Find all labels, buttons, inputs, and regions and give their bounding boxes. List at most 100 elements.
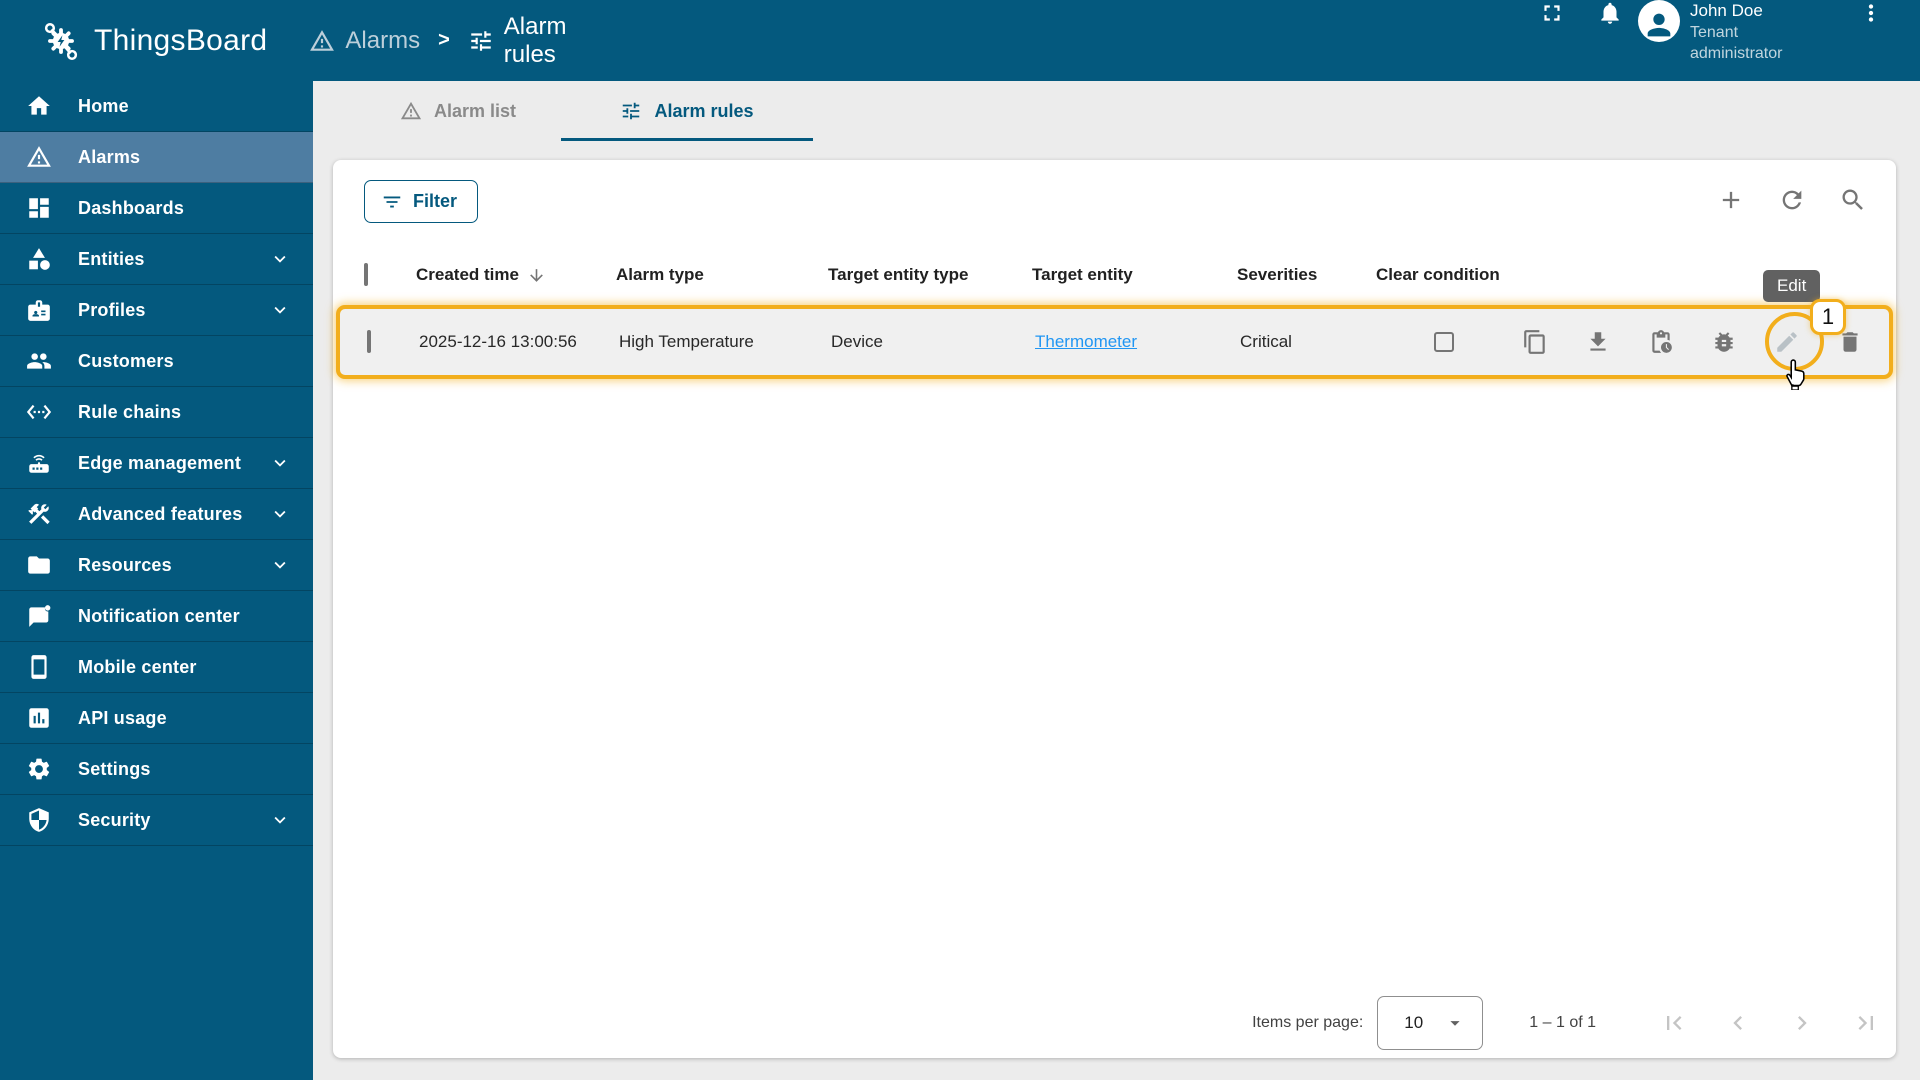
chevron-down-icon bbox=[269, 299, 291, 321]
page-range-label: 1 – 1 of 1 bbox=[1529, 1014, 1596, 1031]
sort-desc-icon[interactable] bbox=[527, 266, 546, 285]
more-vert-icon bbox=[1858, 0, 1884, 26]
chevron-right-icon bbox=[1788, 1009, 1816, 1037]
page-size-value: 10 bbox=[1404, 1013, 1424, 1032]
breadcrumb-section-label: Alarms bbox=[345, 26, 421, 54]
copy-button[interactable] bbox=[1522, 329, 1548, 355]
fullscreen-button[interactable] bbox=[1539, 0, 1565, 26]
category-icon bbox=[26, 246, 52, 272]
app-name: ThingsBoard bbox=[94, 23, 268, 57]
tab-alarm-list[interactable]: Alarm list bbox=[355, 81, 561, 141]
notifications-button[interactable] bbox=[1597, 0, 1623, 26]
col-clear-condition[interactable]: Clear condition bbox=[1376, 265, 1526, 285]
badge-icon bbox=[26, 297, 52, 323]
sidebar-item-entities[interactable]: Entities bbox=[0, 234, 313, 285]
more-menu-button[interactable] bbox=[1858, 0, 1884, 26]
fullscreen-icon bbox=[1539, 0, 1565, 26]
sidebar-item-profiles[interactable]: Profiles bbox=[0, 285, 313, 336]
user-info[interactable]: John Doe Tenant administrator bbox=[1690, 0, 1820, 64]
table-row[interactable]: 2025-12-16 13:00:56 High Temperature Dev… bbox=[336, 305, 1893, 379]
tab-alarm-rules[interactable]: Alarm rules bbox=[561, 81, 813, 141]
prev-page-button[interactable] bbox=[1724, 1009, 1752, 1037]
chevron-down-icon bbox=[269, 554, 291, 576]
filter-label: Filter bbox=[413, 191, 458, 211]
debug-button[interactable] bbox=[1711, 329, 1737, 355]
add-alarm-rule-button[interactable] bbox=[1717, 186, 1745, 214]
breadcrumb: Alarms > Alarm rules bbox=[309, 13, 566, 69]
folder-icon bbox=[26, 552, 52, 578]
warning-icon bbox=[26, 144, 52, 170]
download-button[interactable] bbox=[1585, 329, 1611, 355]
items-per-page-label: Items per page: bbox=[1252, 1014, 1364, 1031]
cell-created-time: 2025-12-16 13:00:56 bbox=[419, 332, 577, 351]
caret-down-icon bbox=[1444, 1012, 1466, 1034]
notification-center-icon bbox=[26, 603, 52, 629]
filter-button[interactable]: Filter bbox=[364, 180, 479, 223]
avatar[interactable] bbox=[1638, 0, 1680, 42]
sidebar: Home Alarms Dashboards Entities Profiles… bbox=[0, 81, 313, 1080]
col-created-time[interactable]: Created time bbox=[416, 265, 519, 285]
sidebar-item-customers[interactable]: Customers bbox=[0, 336, 313, 387]
home-icon bbox=[26, 93, 52, 119]
chevron-down-icon bbox=[269, 452, 291, 474]
sidebar-item-notification-center[interactable]: Notification center bbox=[0, 591, 313, 642]
last-page-button[interactable] bbox=[1852, 1009, 1880, 1037]
select-all-checkbox[interactable] bbox=[364, 263, 368, 286]
plus-icon bbox=[1717, 186, 1745, 214]
next-page-button[interactable] bbox=[1788, 1009, 1816, 1037]
refresh-button[interactable] bbox=[1778, 186, 1806, 214]
cell-target-entity-type: Device bbox=[831, 332, 883, 351]
bell-icon bbox=[1597, 0, 1623, 26]
breadcrumb-alarms[interactable]: Alarms bbox=[309, 27, 420, 55]
edit-button[interactable] bbox=[1774, 329, 1800, 355]
sidebar-item-settings[interactable]: Settings bbox=[0, 744, 313, 795]
sidebar-item-advanced-features[interactable]: Advanced features bbox=[0, 489, 313, 540]
table-header-row: Created time Alarm type Target entity ty… bbox=[333, 245, 1896, 305]
breadcrumb-separator: > bbox=[438, 29, 450, 51]
chevron-down-icon bbox=[269, 809, 291, 831]
gear-icon bbox=[26, 756, 52, 782]
thingsboard-logo-icon bbox=[38, 18, 84, 64]
col-target-entity-type[interactable]: Target entity type bbox=[828, 265, 1032, 285]
sidebar-item-security[interactable]: Security bbox=[0, 795, 313, 846]
sidebar-item-dashboards[interactable]: Dashboards bbox=[0, 183, 313, 234]
breadcrumb-alarm-rules[interactable]: Alarm rules bbox=[468, 13, 566, 69]
clear-condition-checkbox[interactable] bbox=[1434, 332, 1454, 352]
chevron-down-icon bbox=[269, 248, 291, 270]
first-page-icon bbox=[1660, 1009, 1688, 1037]
tune-icon bbox=[468, 28, 494, 54]
sidebar-item-resources[interactable]: Resources bbox=[0, 540, 313, 591]
first-page-button[interactable] bbox=[1660, 1009, 1688, 1037]
people-icon bbox=[26, 348, 52, 374]
construction-icon bbox=[26, 501, 52, 527]
copy-icon bbox=[1522, 329, 1548, 355]
filter-icon bbox=[381, 191, 403, 213]
search-button[interactable] bbox=[1839, 186, 1867, 214]
rule-chain-icon bbox=[26, 399, 52, 425]
col-target-entity[interactable]: Target entity bbox=[1032, 265, 1237, 285]
warning-icon bbox=[400, 100, 422, 122]
sidebar-item-home[interactable]: Home bbox=[0, 81, 313, 132]
app-logo[interactable]: ThingsBoard bbox=[0, 18, 267, 64]
sidebar-item-edge-management[interactable]: Edge management bbox=[0, 438, 313, 489]
sidebar-item-alarms[interactable]: Alarms bbox=[0, 132, 313, 183]
target-entity-link[interactable]: Thermometer bbox=[1035, 332, 1137, 351]
top-bar: ThingsBoard Alarms > Alarm rules John Do… bbox=[0, 0, 1920, 81]
sidebar-item-mobile-center[interactable]: Mobile center bbox=[0, 642, 313, 693]
person-icon bbox=[1642, 8, 1676, 42]
row-checkbox[interactable] bbox=[367, 330, 371, 353]
download-icon bbox=[1585, 329, 1611, 355]
col-alarm-type[interactable]: Alarm type bbox=[616, 265, 828, 285]
chevron-left-icon bbox=[1724, 1009, 1752, 1037]
user-name: John Doe bbox=[1690, 1, 1763, 20]
bug-icon bbox=[1711, 329, 1737, 355]
sidebar-item-rule-chains[interactable]: Rule chains bbox=[0, 387, 313, 438]
paginator: Items per page: 10 1 – 1 of 1 bbox=[333, 988, 1896, 1058]
schedule-button[interactable] bbox=[1648, 329, 1674, 355]
page-size-select[interactable]: 10 bbox=[1377, 996, 1484, 1050]
chevron-down-icon bbox=[269, 503, 291, 525]
col-severities[interactable]: Severities bbox=[1237, 265, 1376, 285]
last-page-icon bbox=[1852, 1009, 1880, 1037]
sidebar-item-api-usage[interactable]: API usage bbox=[0, 693, 313, 744]
cell-alarm-type: High Temperature bbox=[619, 332, 754, 351]
